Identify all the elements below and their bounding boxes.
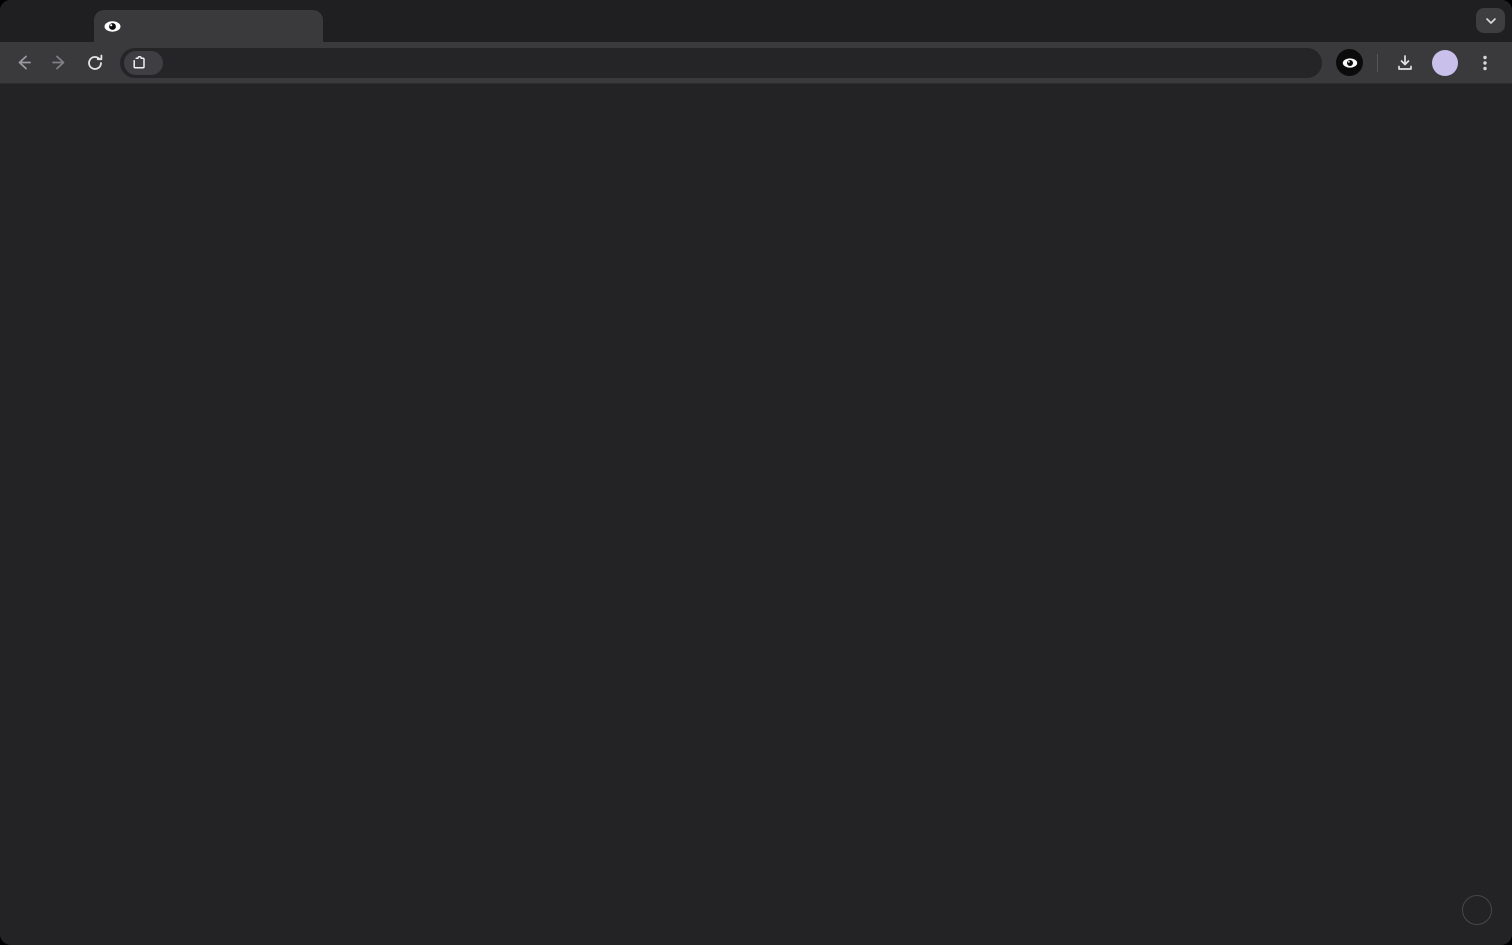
download-icon xyxy=(1395,53,1415,73)
image-board xyxy=(0,84,1512,945)
forward-button[interactable] xyxy=(46,50,72,76)
forward-icon xyxy=(50,53,69,72)
reload-button[interactable] xyxy=(82,50,108,76)
download-button[interactable] xyxy=(1392,50,1418,76)
profile-avatar[interactable] xyxy=(1432,50,1458,76)
eye-icon xyxy=(1341,54,1359,72)
eye-extension-button[interactable] xyxy=(1336,49,1363,76)
minimize-window-button[interactable] xyxy=(40,14,53,27)
toolbar-actions xyxy=(1336,49,1498,76)
tab-my-project[interactable] xyxy=(94,10,323,42)
titlebar xyxy=(0,0,1512,42)
toolbar xyxy=(0,42,1512,84)
traffic-lights xyxy=(20,14,73,27)
address-bar[interactable] xyxy=(120,48,1322,78)
browser-window xyxy=(0,0,1512,945)
new-tab-button[interactable] xyxy=(334,9,360,35)
browser-menu-button[interactable] xyxy=(1472,50,1498,76)
chevron-down-icon xyxy=(1485,12,1497,30)
eye-favicon-icon xyxy=(104,18,121,35)
close-window-button[interactable] xyxy=(20,14,33,27)
toolbar-divider xyxy=(1377,54,1378,72)
back-icon xyxy=(14,53,33,72)
back-button[interactable] xyxy=(10,50,36,76)
tab-close-icon[interactable] xyxy=(305,24,313,28)
reload-icon xyxy=(86,54,104,72)
extension-icon xyxy=(132,56,146,70)
kebab-menu-icon xyxy=(1477,54,1493,72)
zoom-window-button[interactable] xyxy=(60,14,73,27)
help-button[interactable] xyxy=(1462,895,1492,925)
tab-search-button[interactable] xyxy=(1476,8,1505,33)
extension-chip-pinly[interactable] xyxy=(124,51,163,75)
